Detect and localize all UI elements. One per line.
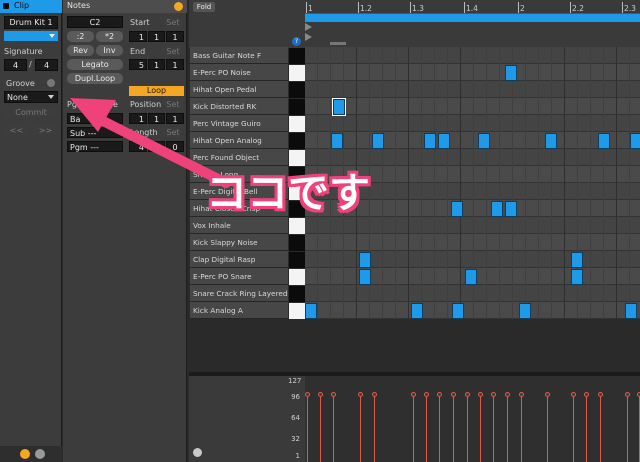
pointer-arrow — [70, 98, 231, 188]
annotation-text: ココです — [206, 169, 370, 217]
